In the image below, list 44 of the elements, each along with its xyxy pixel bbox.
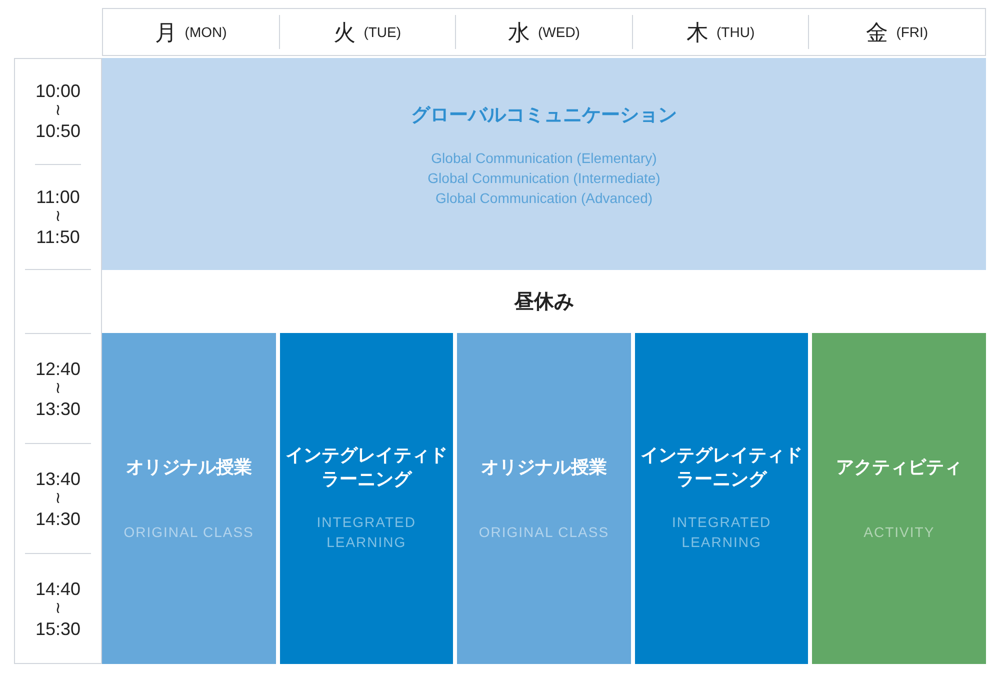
block-title: オリジナル授業 bbox=[480, 456, 607, 478]
time-end: 10:50 bbox=[35, 120, 81, 142]
day-kanji: 月 bbox=[154, 18, 177, 46]
block-subtitle: INTEGRATED bbox=[672, 512, 772, 532]
day-english: (TUE) bbox=[364, 22, 402, 42]
block-subtitle: ACTIVITY bbox=[864, 522, 935, 542]
block-title: インテグレイティド bbox=[640, 444, 803, 466]
block-subtitle: INTEGRATED bbox=[316, 512, 416, 532]
day-kanji: 木 bbox=[686, 18, 709, 46]
block-title: インテグレイティド bbox=[285, 444, 448, 466]
day-english: (THU) bbox=[716, 22, 755, 42]
time-end: 11:50 bbox=[36, 226, 80, 248]
day-kanji: 水 bbox=[508, 18, 530, 46]
block-subtitle: LEARNING bbox=[326, 532, 406, 552]
block-subtitle: Global Communication (Elementary) bbox=[431, 149, 657, 168]
block-subtitle: ORIGINAL CLASS bbox=[478, 522, 610, 542]
block-title: グローバルコミュニケーション bbox=[411, 104, 677, 128]
time-start: 13:40 bbox=[35, 468, 81, 490]
time-separator: ≀ bbox=[55, 208, 61, 226]
block-subtitle: LEARNING bbox=[682, 532, 762, 552]
day-english: (WED) bbox=[538, 22, 580, 42]
time-separator: ≀ bbox=[55, 380, 61, 398]
lunch-break-label: 昼休み bbox=[514, 290, 574, 314]
block-title: アクティビティ bbox=[836, 456, 962, 478]
time-separator: ≀ bbox=[55, 600, 61, 618]
day-kanji: 金 bbox=[866, 18, 888, 46]
block-subtitle: ORIGINAL CLASS bbox=[124, 522, 254, 542]
time-start: 14:40 bbox=[35, 578, 81, 600]
time-end: 14:30 bbox=[35, 508, 81, 530]
block-title: ラーニング bbox=[676, 468, 767, 490]
time-start: 10:00 bbox=[35, 80, 81, 102]
time-start: 11:00 bbox=[36, 186, 80, 208]
block-subtitle: Global Communication (Intermediate) bbox=[428, 169, 660, 188]
block-subtitle: Global Communication (Advanced) bbox=[435, 189, 653, 208]
day-english: (FRI) bbox=[896, 22, 928, 42]
time-separator: ≀ bbox=[55, 490, 61, 508]
time-end: 15:30 bbox=[35, 618, 81, 640]
day-english: (MON) bbox=[184, 22, 227, 42]
block-title: ラーニング bbox=[321, 468, 412, 490]
time-end: 13:30 bbox=[35, 398, 81, 420]
block-title: オリジナル授業 bbox=[126, 456, 252, 478]
day-kanji: 火 bbox=[334, 18, 356, 46]
time-start: 12:40 bbox=[35, 358, 81, 380]
time-separator: ≀ bbox=[55, 102, 61, 120]
